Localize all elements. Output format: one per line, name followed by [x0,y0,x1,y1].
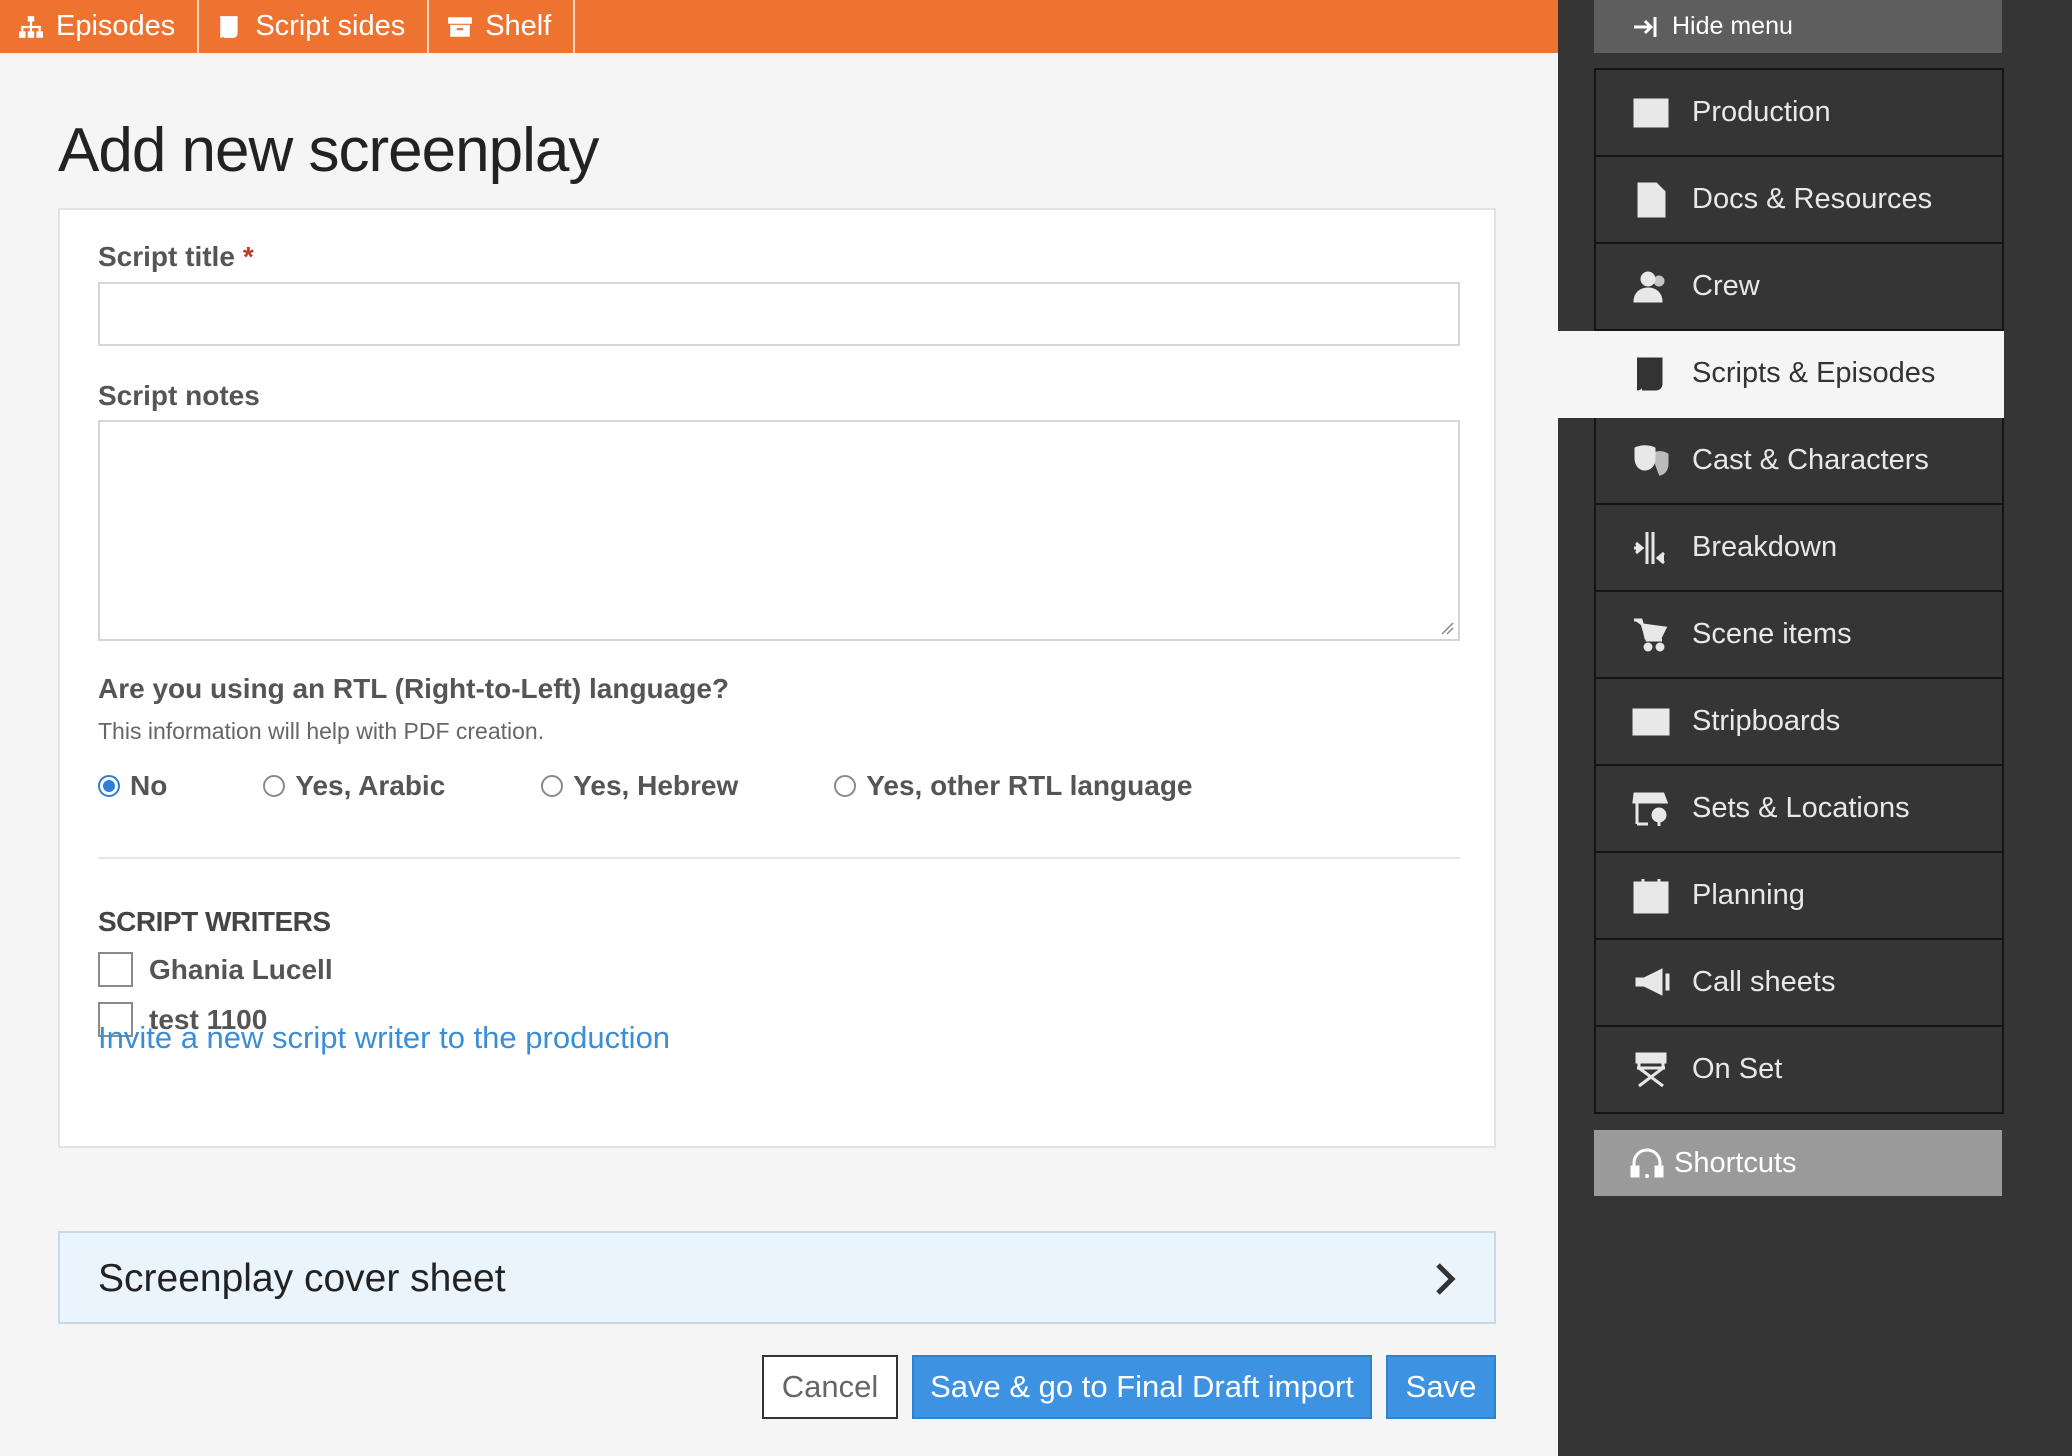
tab-episodes[interactable]: Episodes [0,0,200,53]
writer-checkbox[interactable] [98,952,133,987]
calendar-icon [1633,879,1669,914]
cancel-button[interactable]: Cancel [762,1355,898,1419]
masks-icon [1634,445,1669,476]
hide-menu-label: Hide menu [1672,12,1793,40]
divider [98,857,1460,859]
screenplay-form: Script title * Script notes Are you using… [58,208,1496,1148]
script-writers-heading: SCRIPT WRITERS [98,906,331,937]
sidebar-item-label: Sets & Locations [1692,792,1910,824]
sidebar-item-label: Production [1692,96,1831,128]
sidebar-item-label: Cast & Characters [1692,444,1929,476]
radio-label: Yes, other RTL language [866,770,1193,801]
crew-icon [1633,271,1665,303]
stripboard-icon [1632,708,1670,736]
invite-writer-link[interactable]: Invite a new script writer to the produc… [98,1020,670,1056]
sidebar-item-label: Scene items [1692,618,1852,650]
radio-label: Yes, Hebrew [573,770,739,801]
radio-indicator[interactable] [541,775,564,797]
cart-icon [1634,618,1668,652]
cover-sheet-panel[interactable]: Screenplay cover sheet [58,1231,1496,1324]
directors-chair-icon [1635,1052,1667,1088]
sidebar-item-call-sheets[interactable]: Call sheets [1594,940,2004,1027]
film-icon [1633,98,1669,128]
script-title-label: Script title * [98,241,254,273]
writer-name: Ghania Lucell [149,953,333,985]
tab-shelf-label: Shelf [485,10,552,42]
hide-menu-button[interactable]: Hide menu [1594,0,2002,53]
sidebar-item-production[interactable]: Production [1594,70,2004,157]
radio-indicator[interactable] [263,775,286,797]
sidebar-item-sets-locations[interactable]: Sets & Locations [1594,766,2004,853]
sidebar-item-docs-resources[interactable]: Docs & Resources [1594,157,2004,244]
sidebar-item-stripboards[interactable]: Stripboards [1594,679,2004,766]
script-notes-textarea[interactable] [98,420,1460,641]
radio-indicator[interactable] [98,775,120,797]
script-notes-label: Script notes [98,380,260,411]
sitemap-icon [19,15,43,38]
sidebar-item-scripts-episodes[interactable]: Scripts & Episodes [1556,331,2004,418]
sidebar-item-label: Breakdown [1692,531,1838,563]
rtl-help-text: This information will help with PDF crea… [98,718,545,744]
headset-icon [1630,1148,1664,1178]
shortcuts-button[interactable]: Shortcuts [1594,1130,2002,1196]
script-icon [220,15,238,38]
resize-handle-icon[interactable] [1440,621,1454,635]
sidebar: Hide menu Production Docs & Resources Cr… [1556,0,2072,1456]
top-tab-bar: Episodes Script sides Shelf [0,0,1558,53]
sidebar-item-label: Scripts & Episodes [1692,357,1936,389]
tab-shelf[interactable]: Shelf [429,0,576,53]
cover-sheet-label: Screenplay cover sheet [98,1257,506,1300]
chevron-right-icon [1436,1263,1456,1295]
sidebar-item-label: Docs & Resources [1692,183,1933,215]
tab-script-sides[interactable]: Script sides [199,0,430,53]
save-button[interactable]: Save [1386,1355,1496,1419]
radio-label: Yes, Arabic [295,770,446,801]
megaphone-icon [1635,968,1670,996]
breakdown-icon [1634,532,1665,565]
shortcuts-label: Shortcuts [1674,1146,1797,1179]
sidebar-item-label: Stripboards [1692,705,1841,737]
sidebar-item-cast-characters[interactable]: Cast & Characters [1594,418,2004,505]
script-title-label-text: Script title [98,241,235,272]
tab-episodes-label: Episodes [56,10,176,42]
sidebar-menu: Production Docs & Resources Crew Scripts… [1556,68,2004,1114]
rtl-radio-group: No Yes, Arabic Yes, Hebrew Yes, other RT… [98,770,1289,802]
location-icon [1632,792,1669,826]
radio-rtl-other[interactable]: Yes, other RTL language [834,770,1193,802]
sidebar-item-on-set[interactable]: On Set [1594,1027,2004,1114]
radio-indicator[interactable] [834,775,857,797]
main-content: Add new screenplay Script title * Script … [0,53,1558,1456]
sidebar-item-label: On Set [1692,1053,1783,1085]
sidebar-item-label: Crew [1692,270,1760,302]
save-final-draft-button[interactable]: Save & go to Final Draft import [912,1355,1372,1419]
sidebar-item-planning[interactable]: Planning [1594,853,2004,940]
archive-icon [448,16,473,37]
script-icon [1636,357,1663,391]
document-icon [1637,182,1666,218]
sidebar-item-label: Call sheets [1692,966,1836,998]
radio-rtl-arabic[interactable]: Yes, Arabic [263,770,445,802]
radio-rtl-no[interactable]: No [98,770,167,802]
sidebar-item-crew[interactable]: Crew [1594,244,2004,331]
sidebar-item-breakdown[interactable]: Breakdown [1594,505,2004,592]
collapse-arrow-icon [1634,16,1657,37]
tab-script-sides-label: Script sides [255,10,406,42]
sidebar-item-label: Planning [1692,879,1805,911]
writer-checkbox-row[interactable]: Ghania Lucell [98,952,333,987]
page-title: Add new screenplay [58,116,599,185]
radio-label: No [130,770,168,801]
rtl-question: Are you using an RTL (Right-to-Left) lan… [98,673,729,704]
sidebar-item-scene-items[interactable]: Scene items [1594,592,2004,679]
required-mark: * [242,241,254,272]
script-title-input[interactable] [98,282,1460,346]
radio-rtl-hebrew[interactable]: Yes, Hebrew [541,770,738,802]
